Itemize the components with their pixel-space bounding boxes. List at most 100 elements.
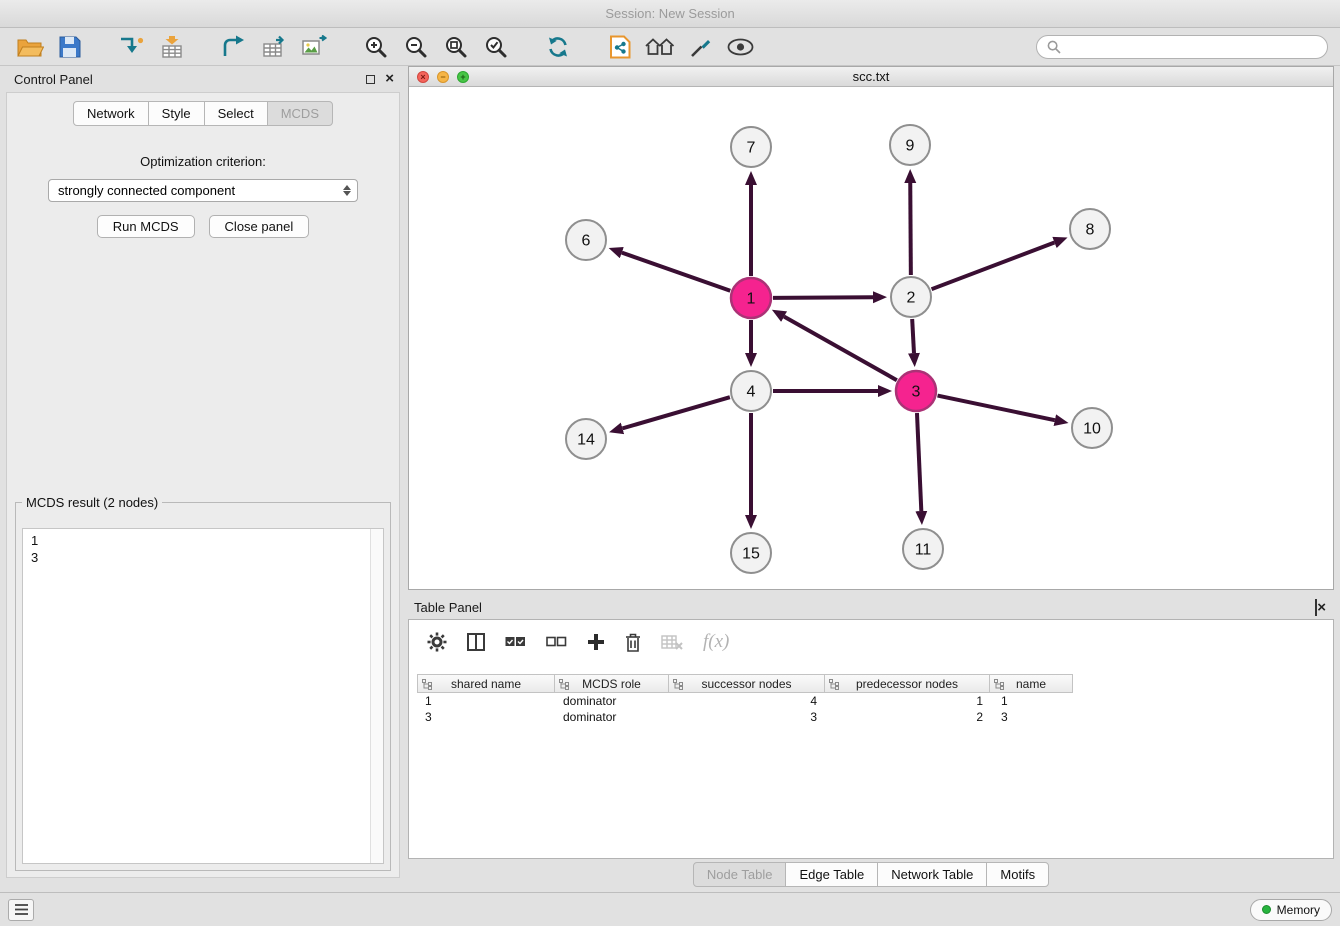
- run-mcds-button[interactable]: Run MCDS: [97, 215, 195, 238]
- graph-edge-1-6[interactable]: [622, 253, 730, 291]
- graph-node-2[interactable]: 2: [891, 277, 931, 317]
- add-row-button[interactable]: [587, 633, 605, 651]
- save-session-button[interactable]: [52, 31, 88, 63]
- zoom-in-button[interactable]: [358, 31, 394, 63]
- network-canvas[interactable]: 7 9 6 8 1 2 4 3 14 10 15 11: [409, 87, 1333, 589]
- table-row[interactable]: 3dominator323: [417, 709, 1325, 725]
- import-table-button[interactable]: [154, 31, 190, 63]
- table-cell[interactable]: 3: [417, 709, 555, 725]
- network-window-titlebar[interactable]: × − + scc.txt: [409, 67, 1333, 87]
- open-session-button[interactable]: [12, 31, 48, 63]
- graph-node-11[interactable]: 11: [903, 529, 943, 569]
- tab-network-table[interactable]: Network Table: [877, 862, 987, 887]
- graph-node-1[interactable]: 1: [731, 278, 771, 318]
- import-table-icon: [160, 35, 184, 59]
- table-toolbar: f(x): [409, 620, 1333, 664]
- column-header-predecessor-nodes[interactable]: predecessor nodes: [824, 674, 990, 693]
- result-scrollbar[interactable]: [370, 529, 383, 863]
- graph-edge-3-10[interactable]: [938, 396, 1055, 421]
- mcds-result-lines: 13: [23, 529, 383, 569]
- graph-edge-1-2[interactable]: [773, 297, 873, 298]
- graph-node-3[interactable]: 3: [896, 371, 936, 411]
- first-neighbors-button[interactable]: [642, 31, 678, 63]
- table-settings-button[interactable]: [427, 632, 447, 652]
- graph-node-6[interactable]: 6: [566, 220, 606, 260]
- show-columns-button[interactable]: [467, 633, 485, 651]
- graph-node-9[interactable]: 9: [890, 125, 930, 165]
- graph-node-14[interactable]: 14: [566, 419, 606, 459]
- table-cell[interactable]: 2: [827, 709, 993, 725]
- column-header-shared-name[interactable]: shared name: [417, 674, 555, 693]
- delete-row-button[interactable]: [625, 633, 641, 652]
- table-cell[interactable]: 3: [993, 709, 1077, 725]
- zoom-fit-button[interactable]: [438, 31, 474, 63]
- tab-select[interactable]: Select: [204, 101, 268, 126]
- open-network-file-button[interactable]: [602, 31, 638, 63]
- close-window-button[interactable]: ×: [417, 71, 429, 83]
- function-builder-button[interactable]: f(x): [703, 631, 729, 653]
- tab-edge-table[interactable]: Edge Table: [785, 862, 878, 887]
- list-icon: [14, 903, 29, 916]
- column-header-mcds-role[interactable]: MCDS role: [554, 674, 669, 693]
- zoom-out-button[interactable]: [398, 31, 434, 63]
- deselect-all-button[interactable]: [546, 636, 567, 648]
- graph-edge-2-9[interactable]: [910, 183, 911, 275]
- columns-icon: [467, 633, 485, 651]
- graph-edge-2-3[interactable]: [912, 319, 914, 353]
- open-folder-icon: [17, 36, 44, 58]
- column-header-successor-nodes[interactable]: successor nodes: [668, 674, 825, 693]
- tab-motifs[interactable]: Motifs: [986, 862, 1049, 887]
- task-history-button[interactable]: [8, 899, 34, 921]
- close-panel-button[interactable]: Close panel: [209, 215, 310, 238]
- select-all-button[interactable]: [505, 636, 526, 648]
- app-titlebar: Session: New Session: [0, 0, 1340, 28]
- zoom-selected-button[interactable]: [478, 31, 514, 63]
- graph-edge-3-1[interactable]: [784, 317, 897, 381]
- graph-node-7[interactable]: 7: [731, 127, 771, 167]
- close-table-panel-icon[interactable]: ×: [1317, 599, 1326, 616]
- network-window-title: scc.txt: [853, 69, 890, 84]
- export-table-button[interactable]: [256, 31, 292, 63]
- export-network-button[interactable]: [216, 31, 252, 63]
- export-image-button[interactable]: [296, 31, 332, 63]
- table-cell[interactable]: 1: [417, 693, 555, 709]
- graph-edge-2-8[interactable]: [932, 242, 1055, 289]
- table-cell[interactable]: 1: [993, 693, 1077, 709]
- tab-network[interactable]: Network: [73, 101, 149, 126]
- graph-node-8[interactable]: 8: [1070, 209, 1110, 249]
- table-cell[interactable]: dominator: [555, 693, 670, 709]
- table-panel-header: Table Panel ×: [408, 596, 1334, 619]
- minimize-window-button[interactable]: −: [437, 71, 449, 83]
- show-hide-button[interactable]: [722, 31, 758, 63]
- graph-edge-4-14[interactable]: [622, 397, 729, 428]
- search-box[interactable]: [1036, 35, 1328, 59]
- tab-mcds[interactable]: MCDS: [267, 101, 333, 126]
- tab-node-table[interactable]: Node Table: [693, 862, 787, 887]
- table-cell[interactable]: dominator: [555, 709, 670, 725]
- search-input[interactable]: [1067, 38, 1317, 55]
- tab-style[interactable]: Style: [148, 101, 205, 126]
- apply-style-button[interactable]: [682, 31, 718, 63]
- import-network-button[interactable]: [114, 31, 150, 63]
- zoom-out-icon: [404, 35, 428, 59]
- graph-node-4[interactable]: 4: [731, 371, 771, 411]
- float-panel-icon[interactable]: [366, 75, 375, 84]
- table-cell[interactable]: 1: [827, 693, 993, 709]
- graph-edge-3-11[interactable]: [917, 413, 921, 511]
- svg-text:1: 1: [747, 291, 756, 308]
- memory-status-icon: [1262, 905, 1271, 914]
- table-cell[interactable]: 4: [670, 693, 827, 709]
- table-cell[interactable]: 3: [670, 709, 827, 725]
- criterion-dropdown[interactable]: strongly connected component: [48, 179, 358, 202]
- result-line: 3: [31, 549, 375, 566]
- mcds-result-box[interactable]: 13: [22, 528, 384, 864]
- column-header-name[interactable]: name: [989, 674, 1073, 693]
- delete-table-button[interactable]: [661, 634, 683, 650]
- table-row[interactable]: 1dominator411: [417, 693, 1325, 709]
- refresh-button[interactable]: [540, 31, 576, 63]
- close-panel-icon[interactable]: ×: [385, 74, 394, 84]
- graph-node-10[interactable]: 10: [1072, 408, 1112, 448]
- graph-node-15[interactable]: 15: [731, 533, 771, 573]
- memory-button[interactable]: Memory: [1250, 899, 1332, 921]
- maximize-window-button[interactable]: +: [457, 71, 469, 83]
